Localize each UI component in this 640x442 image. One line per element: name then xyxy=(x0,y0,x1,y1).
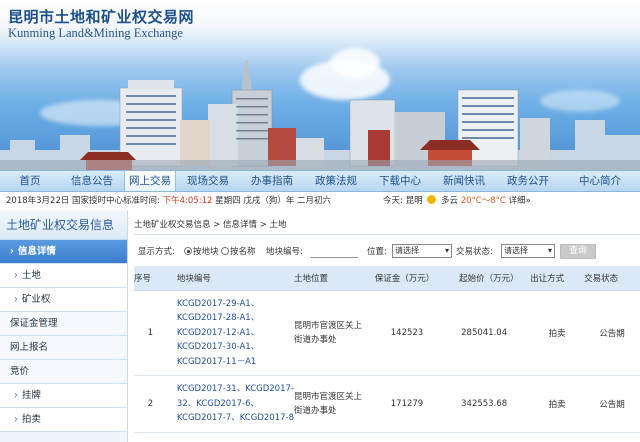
row-deposit: 171279 xyxy=(374,375,460,433)
weather-city: 今天: 昆明 xyxy=(383,196,423,206)
land-code-link[interactable]: KCGD2017-29-A1、 xyxy=(177,297,294,312)
land-code-link[interactable]: KCGD2017-12-A1、 xyxy=(177,326,294,341)
row-deposit: 142523 xyxy=(374,290,460,376)
divider xyxy=(134,234,640,235)
site-logo-title[interactable]: 昆明市土地和矿业权交易网 xyxy=(8,6,194,27)
col-header-status: 交易状态 xyxy=(584,266,640,291)
nav-policies[interactable]: 政策法规 xyxy=(304,171,368,191)
sidebar-item-listing[interactable]: 挂牌 xyxy=(0,384,127,408)
col-header-start-price: 起始价（万元） xyxy=(459,266,531,291)
nav-news[interactable]: 新闻快讯 xyxy=(432,171,496,191)
land-code-link[interactable]: KCGD2017-28-A1、 xyxy=(177,311,294,326)
main-content: 土地矿业权交易信息 > 信息详情 > 土地 显示方式: 按地块 按名称 地块编号… xyxy=(134,210,640,442)
col-header-location: 土地位置 xyxy=(293,266,375,291)
nav-onsite-trading[interactable]: 现场交易 xyxy=(176,171,240,191)
location-label: 位置: xyxy=(367,247,387,257)
table-row[interactable]: 1 KCGD2017-29-A1、 KCGD2017-28-A1、 KCGD20… xyxy=(134,290,640,376)
breadcrumb: 土地矿业权交易信息 > 信息详情 > 土地 xyxy=(134,220,287,230)
info-bar: 2018年3月22日 国家授时中心标准时间: 下午4:05:12 星期四 戊戌（… xyxy=(0,193,640,209)
row-start-price: 285041.04 xyxy=(459,290,531,376)
site-logo-subtitle: Kunming Land&Mining Exchange xyxy=(8,26,183,40)
row-status: 公告期 xyxy=(584,290,640,376)
land-table: 序号 地块编号 土地位置 保证金（万元） 起始价（万元） 出让方式 交易状态 1… xyxy=(134,266,640,433)
col-header-deposit: 保证金（万元） xyxy=(374,266,460,291)
radio-by-name[interactable]: 按名称 xyxy=(221,244,256,260)
location-select[interactable]: 请选择 xyxy=(392,244,452,258)
row-no: 2 xyxy=(134,375,167,433)
main-nav: 首页 信息公告 网上交易 现场交易 办事指南 政策法规 下载中心 新闻快讯 政务… xyxy=(0,170,640,192)
sidebar-item-info-detail[interactable]: 信息详情 xyxy=(0,240,127,264)
land-code-link[interactable]: 32、KCGD2017-6、 xyxy=(177,397,294,412)
col-header-code: 地块编号 xyxy=(166,266,294,291)
display-mode-label: 显示方式: xyxy=(138,247,175,257)
status-label: 交易状态: xyxy=(456,247,493,257)
row-status: 公告期 xyxy=(584,375,640,433)
radio-by-land[interactable]: 按地块 xyxy=(184,244,219,260)
sidebar-item-land[interactable]: 土地 xyxy=(0,264,127,288)
row-no: 1 xyxy=(134,290,167,376)
sidebar-item-auction[interactable]: 拍卖 xyxy=(0,408,127,432)
sidebar: 土地矿业权交易信息 信息详情 土地 矿业权 保证金管理 网上报名 竞价 挂牌 拍… xyxy=(0,210,128,442)
radio-by-land-label: 按地块 xyxy=(193,247,219,257)
weather-condition: 多云 xyxy=(440,196,458,206)
date-time-display: 2018年3月22日 国家授时中心标准时间: 下午4:05:12 星期四 戊戌（… xyxy=(6,193,331,209)
col-header-no: 序号 xyxy=(134,266,167,291)
nav-about[interactable]: 中心简介 xyxy=(560,171,640,191)
sidebar-item-online-registration[interactable]: 网上报名 xyxy=(0,336,127,360)
land-code-link[interactable]: KCGD2017-30-A1、 xyxy=(177,340,294,355)
weather-display: 今天: 昆明 多云 20°C～8°C 详细» xyxy=(383,193,531,209)
sidebar-title: 土地矿业权交易信息 xyxy=(0,210,127,240)
land-code-link[interactable]: KCGD2017-31、KCGD2017- xyxy=(177,382,294,397)
sun-cloud-icon xyxy=(427,195,437,204)
row-codes[interactable]: KCGD2017-31、KCGD2017- 32、KCGD2017-6、 KCG… xyxy=(166,375,294,433)
row-method: 拍卖 xyxy=(530,375,585,433)
sidebar-item-deposit-management[interactable]: 保证金管理 xyxy=(0,312,127,336)
clock-time: 下午4:05:12 xyxy=(162,196,213,206)
row-method: 拍卖 xyxy=(530,290,585,376)
query-button[interactable]: 查询 xyxy=(560,244,596,259)
sidebar-item-mining-rights[interactable]: 矿业权 xyxy=(0,288,127,312)
radio-by-name-label: 按名称 xyxy=(230,247,256,257)
row-codes[interactable]: KCGD2017-29-A1、 KCGD2017-28-A1、 KCGD2017… xyxy=(166,290,294,376)
location-line: 街道办事处 xyxy=(293,334,337,345)
weather-detail-link[interactable]: 详细» xyxy=(509,196,531,206)
land-code-link[interactable]: KCGD2017-7、KCGD2017-8 xyxy=(177,411,294,426)
date-text: 2018年3月22日 国家授时中心标准时间: xyxy=(6,196,160,206)
land-code-link[interactable]: KCGD2017-11－A1 xyxy=(177,355,294,370)
radio-unselected-icon xyxy=(221,247,229,255)
table-row[interactable]: 2 KCGD2017-31、KCGD2017- 32、KCGD2017-6、 K… xyxy=(134,375,640,433)
filter-bar: 显示方式: 按地块 按名称 地块编号: 位置: 请选择 交易状态: 请选择 查询 xyxy=(134,244,640,262)
land-no-input[interactable] xyxy=(310,244,358,258)
land-no-label: 地块编号: xyxy=(266,247,303,257)
weather-temperature: 20°C～8°C xyxy=(460,196,506,206)
location-line: 昆明市官渡区关上 xyxy=(293,391,362,402)
row-start-price: 342553.68 xyxy=(459,375,531,433)
nav-online-trading[interactable]: 网上交易 xyxy=(124,171,176,191)
row-location: 昆明市官渡区关上 街道办事处 xyxy=(293,375,375,433)
col-header-method: 出让方式 xyxy=(530,266,585,291)
status-select[interactable]: 请选择 xyxy=(501,244,555,258)
nav-downloads[interactable]: 下载中心 xyxy=(368,171,432,191)
location-line: 街道办事处 xyxy=(293,405,337,416)
site-banner: 昆明市土地和矿业权交易网 Kunming Land&Mining Exchang… xyxy=(0,0,640,170)
location-line: 昆明市官渡区关上 xyxy=(293,320,362,331)
nav-service-guide[interactable]: 办事指南 xyxy=(240,171,304,191)
lunar-date-text: 星期四 戊戌（狗）年 二月初六 xyxy=(215,196,332,206)
table-header-row: 序号 地块编号 土地位置 保证金（万元） 起始价（万元） 出让方式 交易状态 xyxy=(134,266,640,291)
nav-announcements[interactable]: 信息公告 xyxy=(60,171,124,191)
nav-home[interactable]: 首页 xyxy=(0,171,60,191)
sidebar-item-bidding[interactable]: 竞价 xyxy=(0,360,127,384)
radio-selected-icon xyxy=(184,247,192,255)
row-location: 昆明市官渡区关上 街道办事处 xyxy=(293,290,375,376)
nav-gov-affairs[interactable]: 政务公开 xyxy=(496,171,560,191)
